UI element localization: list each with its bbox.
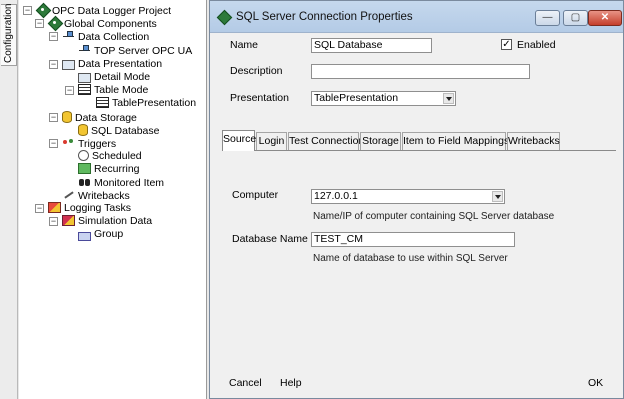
collapse-icon[interactable]: − bbox=[65, 86, 74, 95]
tree-item-scheduled[interactable]: Scheduled bbox=[78, 150, 142, 163]
computer-dropdown[interactable]: 127.0.0.1 bbox=[311, 189, 505, 204]
presentation-dropdown[interactable]: TablePresentation bbox=[311, 91, 456, 106]
tree-item-group[interactable]: Group bbox=[78, 228, 123, 241]
collapse-icon[interactable]: − bbox=[49, 60, 58, 69]
tree-item-triggers[interactable]: − Triggers bbox=[49, 137, 116, 150]
source-tab-panel: Computer 127.0.0.1 Name/IP of computer c… bbox=[222, 150, 616, 361]
ok-button[interactable]: OK bbox=[588, 377, 603, 389]
collapse-icon[interactable]: − bbox=[35, 19, 44, 28]
close-icon[interactable]: ✕ bbox=[588, 10, 622, 26]
tree-item-simulation-data[interactable]: − Simulation Data bbox=[49, 215, 152, 228]
network-icon bbox=[78, 44, 91, 56]
enabled-checkbox[interactable]: ✓ bbox=[501, 39, 512, 50]
side-tab-bar: Configuration bbox=[0, 0, 18, 399]
recurring-icon bbox=[78, 163, 91, 174]
tree-item-data-presentation[interactable]: − Data Presentation bbox=[49, 58, 162, 71]
tab-source[interactable]: Source bbox=[222, 130, 256, 151]
presentation-value: TablePresentation bbox=[314, 92, 399, 104]
database-icon bbox=[62, 111, 72, 123]
tab-item-to-field-mappings[interactable]: Item to Field Mappings bbox=[402, 132, 509, 150]
detail-icon bbox=[78, 73, 91, 83]
collapse-icon[interactable]: − bbox=[23, 6, 32, 15]
dialog-title: SQL Server Connection Properties bbox=[236, 11, 413, 23]
chevron-down-icon[interactable] bbox=[443, 93, 454, 104]
database-name-help-text: Name of database to use within SQL Serve… bbox=[313, 253, 508, 264]
tree-item-table-presentation[interactable]: TablePresentation bbox=[96, 97, 196, 110]
sql-connection-dialog: SQL Server Connection Properties — ▢ ✕ N… bbox=[209, 0, 624, 399]
database-icon bbox=[78, 124, 88, 136]
computer-label: Computer bbox=[232, 189, 279, 201]
tree-item-data-storage[interactable]: − Data Storage bbox=[49, 111, 137, 124]
tree-item-top-server-opc-ua[interactable]: TOP Server OPC UA bbox=[78, 44, 192, 57]
tree-item-sql-database[interactable]: SQL Database bbox=[78, 124, 160, 137]
tree-item-monitored-item[interactable]: Monitored Item bbox=[78, 176, 164, 189]
project-tree: − OPC Data Logger Project − Global Compo… bbox=[19, 0, 207, 399]
tree-item-writebacks[interactable]: Writebacks bbox=[62, 189, 130, 202]
tree-item-table-mode[interactable]: − Table Mode bbox=[65, 84, 148, 97]
description-label: Description bbox=[230, 65, 283, 77]
dialog-titlebar[interactable]: SQL Server Connection Properties — ▢ ✕ bbox=[210, 1, 623, 33]
chevron-down-icon[interactable] bbox=[492, 191, 503, 202]
configuration-tab-label: Configuration bbox=[3, 3, 14, 63]
collapse-icon[interactable]: − bbox=[49, 139, 58, 148]
tab-test-connection[interactable]: Test Connection bbox=[288, 132, 364, 150]
tab-writebacks[interactable]: Writebacks bbox=[507, 132, 560, 150]
collapse-icon[interactable]: − bbox=[49, 113, 58, 122]
collapse-icon[interactable]: − bbox=[35, 204, 44, 213]
pen-icon bbox=[62, 189, 75, 201]
tree-item-detail-mode[interactable]: Detail Mode bbox=[78, 71, 150, 84]
presentation-icon bbox=[62, 60, 75, 70]
tab-storage[interactable]: Storage bbox=[360, 132, 401, 150]
help-button[interactable]: Help bbox=[280, 377, 302, 389]
enabled-label: Enabled bbox=[517, 39, 556, 51]
maximize-icon[interactable]: ▢ bbox=[563, 10, 588, 26]
group-icon bbox=[78, 232, 91, 241]
name-field[interactable]: SQL Database bbox=[311, 38, 432, 53]
minimize-icon[interactable]: — bbox=[535, 10, 560, 26]
tasks-icon bbox=[48, 202, 61, 213]
database-name-label: Database Name bbox=[232, 233, 308, 245]
tree-item-logging-tasks[interactable]: − Logging Tasks bbox=[35, 202, 131, 215]
configuration-tab[interactable]: Configuration bbox=[1, 4, 17, 66]
collapse-icon[interactable]: − bbox=[49, 217, 58, 226]
database-name-field[interactable]: TEST_CM bbox=[311, 232, 515, 247]
tree-item-global-components[interactable]: − Global Components bbox=[35, 17, 157, 30]
table-icon bbox=[78, 84, 91, 95]
collapse-icon[interactable]: − bbox=[49, 32, 58, 41]
app-diamond-icon bbox=[217, 10, 230, 23]
name-label: Name bbox=[230, 39, 259, 51]
clock-icon bbox=[78, 150, 89, 161]
task-icon bbox=[62, 215, 75, 226]
tree-item-opc-data-logger-project[interactable]: − OPC Data Logger Project bbox=[23, 4, 171, 17]
binoculars-icon bbox=[78, 176, 91, 188]
trigger-icon bbox=[62, 137, 75, 149]
tab-login[interactable]: Login bbox=[256, 132, 287, 150]
computer-help-text: Name/IP of computer containing SQL Serve… bbox=[313, 211, 555, 222]
presentation-label: Presentation bbox=[230, 92, 289, 104]
table-icon bbox=[96, 97, 109, 108]
tree-item-data-collection[interactable]: − Data Collection bbox=[49, 30, 149, 43]
description-field[interactable] bbox=[311, 64, 530, 79]
tree-item-recurring[interactable]: Recurring bbox=[78, 163, 140, 176]
diamond-icon bbox=[36, 4, 49, 16]
cancel-button[interactable]: Cancel bbox=[229, 377, 262, 389]
network-icon bbox=[62, 30, 75, 42]
diamond-icon bbox=[48, 17, 61, 29]
computer-value: 127.0.0.1 bbox=[314, 190, 358, 202]
